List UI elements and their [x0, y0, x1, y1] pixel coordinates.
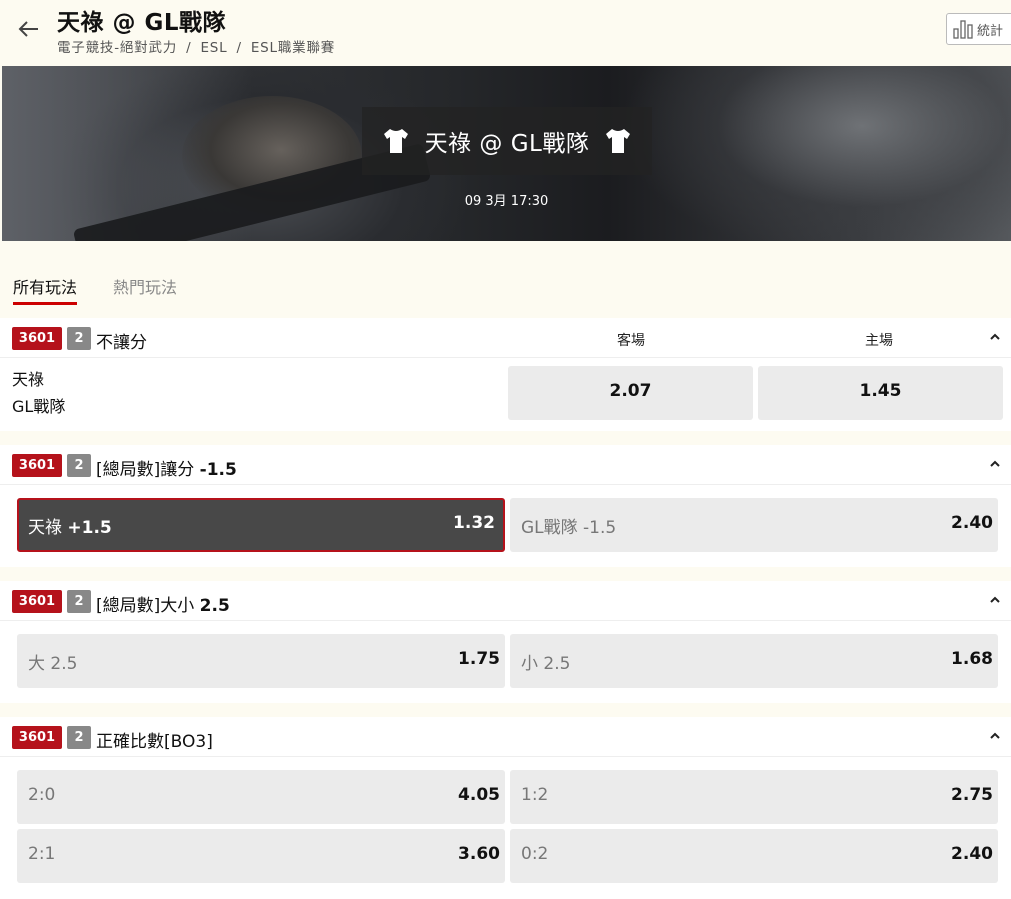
collapse-caret-icon[interactable]: [988, 595, 1002, 605]
match-time: 09 3月 17:30: [464, 194, 549, 209]
market-correct-score: 3601 2 正確比數[BO3] 2:0 4.05 1:2 2.75 2:1 3…: [0, 717, 1011, 899]
breadcrumb-item[interactable]: ESL職業聯賽: [251, 40, 335, 56]
tab-all-bets[interactable]: 所有玩法: [13, 274, 78, 305]
market-title: [總局數]大小 2.5: [96, 596, 230, 616]
collapse-caret-icon[interactable]: [988, 459, 1002, 469]
market-count-badge: 2: [67, 327, 91, 350]
breadcrumb-item[interactable]: ESL: [200, 40, 227, 56]
page-title: 天祿 @ GL戰隊: [57, 10, 227, 36]
market-title: [總局數]讓分 -1.5: [96, 460, 237, 480]
team-names: 天祿 GL戰隊: [12, 366, 65, 420]
stats-label: 統計: [977, 23, 1004, 39]
odds-value: 1.32: [453, 513, 495, 533]
odds-value: 1.75: [458, 649, 500, 669]
bet-type-tabs: 所有玩法 熱門玩法: [0, 262, 1011, 312]
market-moneyline: 3601 2 不讓分 客場 主場 天祿 GL戰隊 2.07 1.45: [0, 318, 1011, 431]
odds-button-score[interactable]: 0:2 2.40: [510, 829, 998, 883]
odds-label: 大 2.5: [28, 654, 78, 674]
odds-button-away-handicap[interactable]: 天祿 +1.5 1.32: [17, 498, 505, 552]
market-count-badge: 2: [67, 454, 91, 477]
away-jersey-icon: [383, 129, 408, 153]
market-id-badge: 3601: [12, 454, 62, 477]
breadcrumb: 電子競技-絕對武力 / ESL / ESL職業聯賽: [57, 40, 336, 56]
odds-value: 2.07: [609, 381, 652, 401]
odds-button-score[interactable]: 2:1 3.60: [17, 829, 505, 883]
page-header: 天祿 @ GL戰隊 電子競技-絕對武力 / ESL / ESL職業聯賽 統計: [0, 0, 1011, 66]
odds-label: 2:0: [28, 785, 56, 805]
odds-button-under[interactable]: 小 2.5 1.68: [510, 634, 998, 688]
column-header-home: 主場: [865, 333, 893, 349]
team-home: GL戰隊: [12, 397, 66, 416]
odds-value: 4.05: [458, 785, 500, 805]
match-title-box: 天祿 @ GL戰隊: [362, 107, 652, 175]
odds-value: 1.45: [859, 381, 902, 401]
tab-popular-bets[interactable]: 熱門玩法: [113, 274, 177, 298]
odds-value: 3.60: [458, 844, 500, 864]
market-count-badge: 2: [67, 590, 91, 613]
market-title: 不讓分: [96, 333, 147, 353]
match-banner: 天祿 @ GL戰隊 09 3月 17:30: [2, 66, 1011, 241]
market-id-badge: 3601: [12, 327, 62, 350]
odds-button-home[interactable]: 1.45: [758, 366, 1003, 420]
market-handicap: 3601 2 [總局數]讓分 -1.5 天祿 +1.5 1.32 GL戰隊 -1…: [0, 445, 1011, 567]
odds-value: 1.68: [951, 649, 993, 669]
bar-chart-icon: [953, 20, 973, 39]
odds-label: GL戰隊 -1.5: [521, 518, 617, 538]
collapse-caret-icon[interactable]: [988, 332, 1002, 342]
market-header[interactable]: 3601 2 正確比數[BO3]: [0, 717, 1011, 757]
odds-label: 小 2.5: [521, 654, 571, 674]
home-jersey-icon: [606, 129, 631, 153]
odds-value: 2.75: [951, 785, 993, 805]
odds-button-home-handicap[interactable]: GL戰隊 -1.5 2.40: [510, 498, 998, 552]
market-header[interactable]: 3601 2 不讓分 客場 主場: [0, 318, 1011, 358]
odds-value: 2.40: [951, 844, 993, 864]
odds-label: 天祿 +1.5: [28, 518, 112, 538]
odds-button-score[interactable]: 2:0 4.05: [17, 770, 505, 824]
market-id-badge: 3601: [12, 590, 62, 613]
market-id-badge: 3601: [12, 726, 62, 749]
column-header-away: 客場: [617, 333, 645, 349]
odds-label: 2:1: [28, 844, 56, 864]
collapse-caret-icon[interactable]: [988, 731, 1002, 741]
odds-value: 2.40: [951, 513, 993, 533]
market-header[interactable]: 3601 2 [總局數]大小 2.5: [0, 581, 1011, 621]
back-arrow-icon[interactable]: [16, 18, 42, 40]
stats-button[interactable]: 統計: [946, 13, 1011, 45]
odds-label: 1:2: [521, 785, 549, 805]
match-name: 天祿 @ GL戰隊: [424, 131, 590, 157]
market-count-badge: 2: [67, 726, 91, 749]
market-header[interactable]: 3601 2 [總局數]讓分 -1.5: [0, 445, 1011, 485]
odds-button-over[interactable]: 大 2.5 1.75: [17, 634, 505, 688]
odds-label: 0:2: [521, 844, 549, 864]
breadcrumb-item[interactable]: 電子競技-絕對武力: [57, 40, 177, 56]
market-over-under: 3601 2 [總局數]大小 2.5 大 2.5 1.75 小 2.5 1.68: [0, 581, 1011, 703]
odds-button-score[interactable]: 1:2 2.75: [510, 770, 998, 824]
team-away: 天祿: [12, 370, 45, 389]
market-title: 正確比數[BO3]: [96, 732, 213, 752]
odds-button-away[interactable]: 2.07: [508, 366, 753, 420]
